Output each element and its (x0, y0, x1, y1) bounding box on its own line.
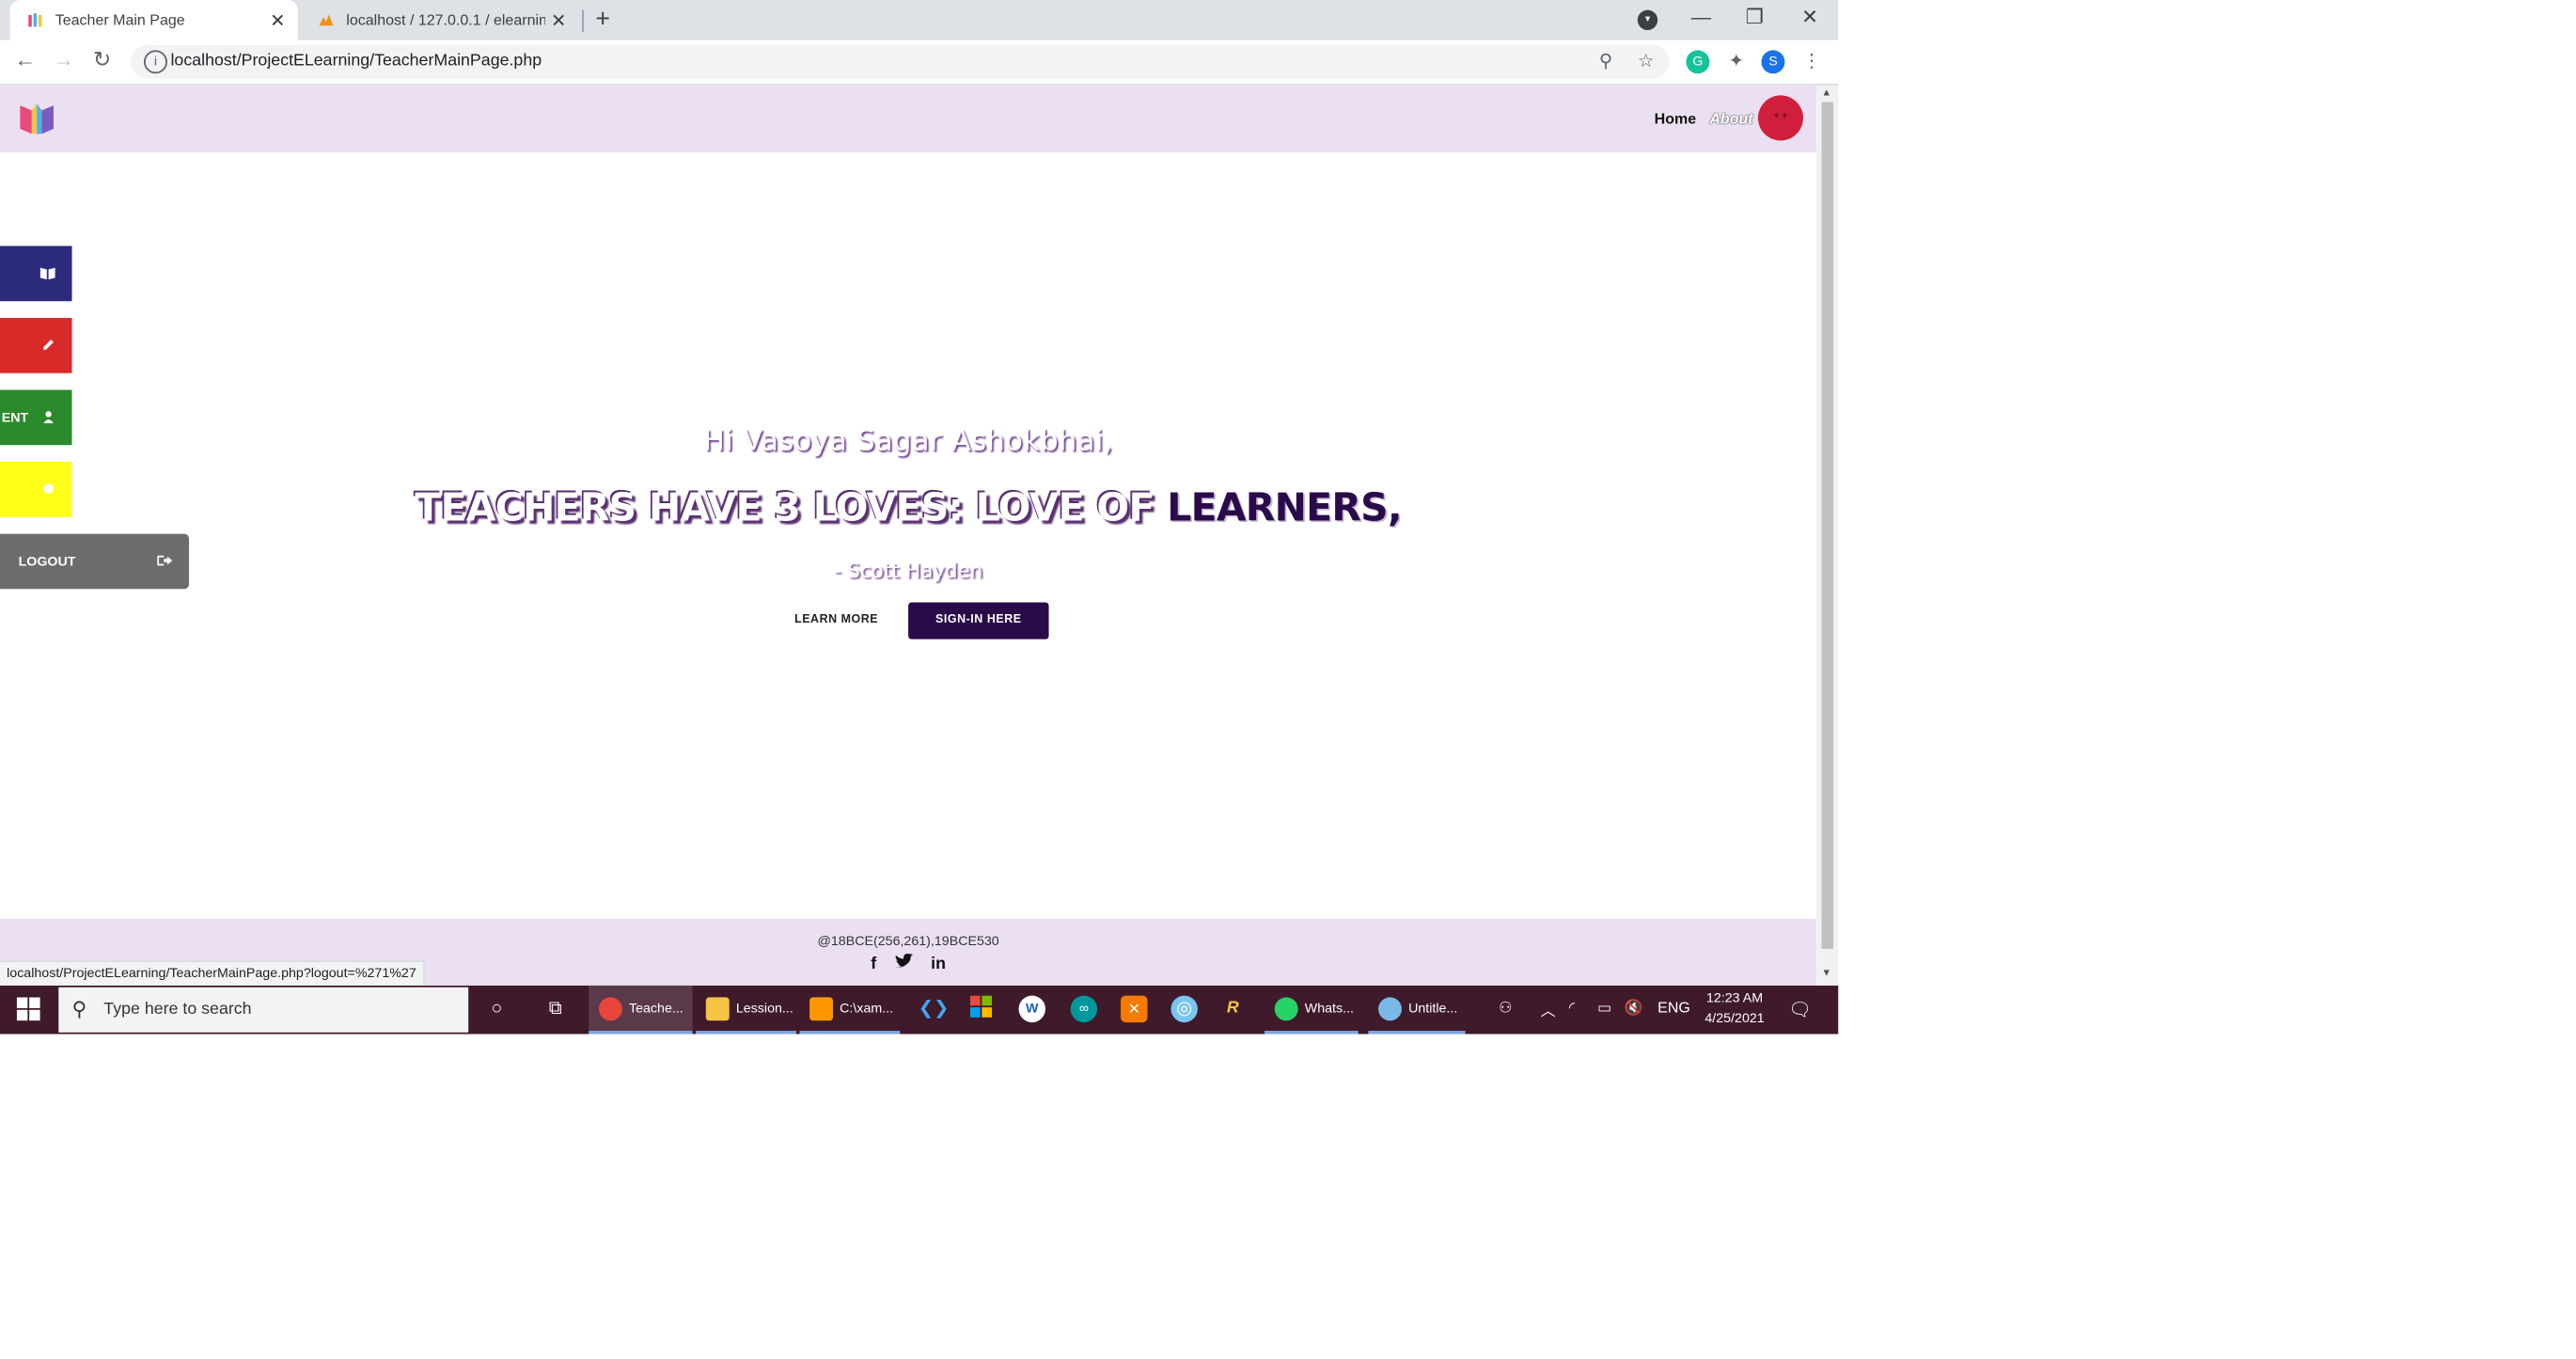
close-tab-icon[interactable]: ✕ (545, 9, 572, 31)
close-window-button[interactable]: ✕ (1792, 5, 1829, 28)
book-logo-icon (26, 11, 43, 28)
task-view-icon[interactable]: ⧉ (542, 996, 568, 1022)
link-status-bubble: localhost/ProjectELearning/TeacherMainPa… (0, 960, 425, 986)
menu-kebab-icon[interactable]: ⋮ (1799, 50, 1823, 73)
tab-teacher-main-page[interactable]: Teacher Main Page ✕ (9, 0, 298, 40)
taskbar-search-box[interactable]: ⚲ Type here to search (58, 987, 469, 1033)
copyright-text: @18BCE(256,261),19BCE530 (817, 933, 999, 949)
forward-icon[interactable]: → (49, 47, 79, 72)
grammarly-icon[interactable]: G (1686, 50, 1710, 74)
book-icon (39, 265, 55, 282)
quote-author: - Scott Hayden (833, 559, 983, 583)
taskbar-app-whatsapp[interactable]: Whats... (1264, 986, 1359, 1035)
people-icon[interactable]: ⚇ (1499, 999, 1512, 1018)
scroll-down-icon[interactable]: ▼ (1822, 969, 1832, 979)
browser-tab-strip: Teacher Main Page ✕ localhost / 127.0.0.… (0, 0, 1839, 40)
site-logo-icon[interactable] (17, 99, 57, 135)
back-icon[interactable]: ← (10, 47, 40, 72)
taskbar-clock[interactable]: 12:23 AM 4/25/2021 (1689, 989, 1780, 1030)
vscode-icon[interactable]: ❮❯ (919, 996, 950, 1022)
scrollbar-thumb[interactable] (1821, 102, 1834, 949)
clock-date: 4/25/2021 (1704, 1010, 1765, 1026)
battery-icon[interactable]: ▭ (1597, 999, 1611, 1018)
facebook-icon[interactable]: f (871, 956, 876, 974)
browser-toolbar: ← → ↻ i localhost/ProjectELearning/Teach… (0, 40, 1839, 86)
tab-phpmyadmin[interactable]: localhost / 127.0.0.1 / elearning / ✕ (301, 0, 578, 40)
minimize-button[interactable]: — (1683, 5, 1720, 28)
chrome-icon (598, 996, 622, 1020)
quote-accent-text: LEARNERS, (1167, 486, 1402, 531)
new-tab-button[interactable]: + (595, 5, 610, 33)
folder-icon (705, 996, 730, 1020)
user-icon (41, 409, 55, 426)
search-icon: ⚲ (71, 997, 87, 1021)
taskbar-app-explorer[interactable]: Lession... (696, 986, 796, 1035)
url-text[interactable]: localhost/ProjectELearning/TeacherMainPa… (170, 52, 542, 71)
notifications-icon[interactable]: 🗨 (1788, 999, 1812, 1020)
paint-icon (1378, 996, 1402, 1020)
tab-separator (582, 9, 584, 32)
profile-avatar[interactable]: S (1761, 50, 1785, 74)
nav-home-link[interactable]: Home (1655, 110, 1697, 127)
cortana-icon[interactable]: ○ (483, 996, 510, 1022)
phpmyadmin-icon (318, 11, 335, 28)
show-hidden-icons-icon[interactable]: ︿ (1541, 999, 1556, 1020)
site-info-icon[interactable]: i (144, 50, 167, 74)
volume-muted-icon[interactable]: 🔇 (1625, 999, 1643, 1018)
sublime-icon (809, 996, 834, 1020)
site-header: Home About ✦✦ (0, 85, 1817, 152)
rstudio-icon[interactable]: R (1219, 996, 1246, 1022)
greeting-text: Hi Vasoya Sagar Ashokbhai, (703, 424, 1114, 459)
sidebar-edit-button[interactable] (0, 318, 72, 373)
taskbar-app-label: Untitle... (1408, 1000, 1458, 1016)
address-bar[interactable]: i localhost/ProjectELearning/TeacherMain… (130, 45, 1670, 79)
tab-title: Teacher Main Page (55, 11, 185, 29)
app-w-icon[interactable]: W (1018, 995, 1045, 1023)
app-grid-icon[interactable] (968, 995, 995, 1022)
sign-in-button[interactable]: SIGN-IN HERE (908, 602, 1049, 640)
restore-button[interactable]: ❐ (1736, 5, 1773, 28)
extensions-puzzle-icon[interactable]: ✦ (1724, 50, 1748, 73)
bookmark-star-icon[interactable]: ☆ (1638, 50, 1655, 71)
tab-title: localhost / 127.0.0.1 / elearning / (346, 11, 546, 29)
sidebar-book-button[interactable] (0, 245, 72, 302)
learn-more-button[interactable]: LEARN MORE (783, 603, 890, 640)
taskbar-app-label: C:\xam... (840, 1000, 894, 1016)
browser-globe-icon[interactable]: ◎ (1170, 995, 1198, 1023)
screenshot-canvas: Teacher Main Page ✕ localhost / 127.0.0.… (0, 0, 2576, 1359)
windows-taskbar: ⚲ Type here to search ○ ⧉ Teache... Less… (0, 985, 1839, 1035)
search-placeholder: Type here to search (103, 1000, 252, 1019)
close-tab-icon[interactable]: ✕ (264, 9, 291, 31)
taskbar-app-sublime[interactable]: C:\xam... (799, 986, 901, 1035)
twitter-icon[interactable] (894, 953, 913, 973)
network-icon[interactable]: ◜ (1569, 999, 1575, 1018)
nav-about-link[interactable]: About (1709, 110, 1752, 127)
user-avatar[interactable]: ✦✦ (1757, 95, 1803, 141)
taskbar-app-paint[interactable]: Untitle... (1368, 986, 1466, 1035)
reload-icon[interactable]: ↻ (87, 47, 118, 73)
arduino-icon[interactable]: ∞ (1070, 995, 1098, 1023)
xampp-icon[interactable]: ✕ (1121, 995, 1148, 1023)
linkedin-icon[interactable]: in (931, 956, 946, 974)
whatsapp-icon (1274, 996, 1298, 1020)
desktop-screen: Teacher Main Page ✕ localhost / 127.0.0.… (0, 0, 1839, 1035)
scroll-up-icon[interactable]: ▲ (1822, 88, 1832, 99)
quote-main-text: TEACHERS HAVE 3 LOVES: LOVE OF (415, 486, 1168, 531)
taskbar-app-chrome[interactable]: Teache... (589, 985, 693, 1035)
taskbar-app-label: Lession... (735, 1000, 793, 1016)
language-indicator[interactable]: ENG (1657, 999, 1690, 1016)
zoom-icon[interactable]: ⚲ (1599, 50, 1612, 71)
taskbar-app-label: Teache... (628, 1000, 683, 1016)
taskbar-app-label: Whats... (1304, 1000, 1354, 1016)
web-page: Home About ✦✦ ENT LOGOUT Hi Vasoya Sagar… (0, 85, 1817, 986)
page-scrollbar[interactable]: ▲ ▼ (1816, 85, 1839, 986)
clock-time: 12:23 AM (1705, 990, 1764, 1006)
quote-headline: TEACHERS HAVE 3 LOVES: LOVE OF LEARNERS, (0, 487, 1816, 530)
windows-start-icon[interactable] (16, 997, 40, 1021)
pencil-icon (41, 338, 55, 355)
tab-search-icon[interactable]: ▾ (1637, 9, 1658, 31)
